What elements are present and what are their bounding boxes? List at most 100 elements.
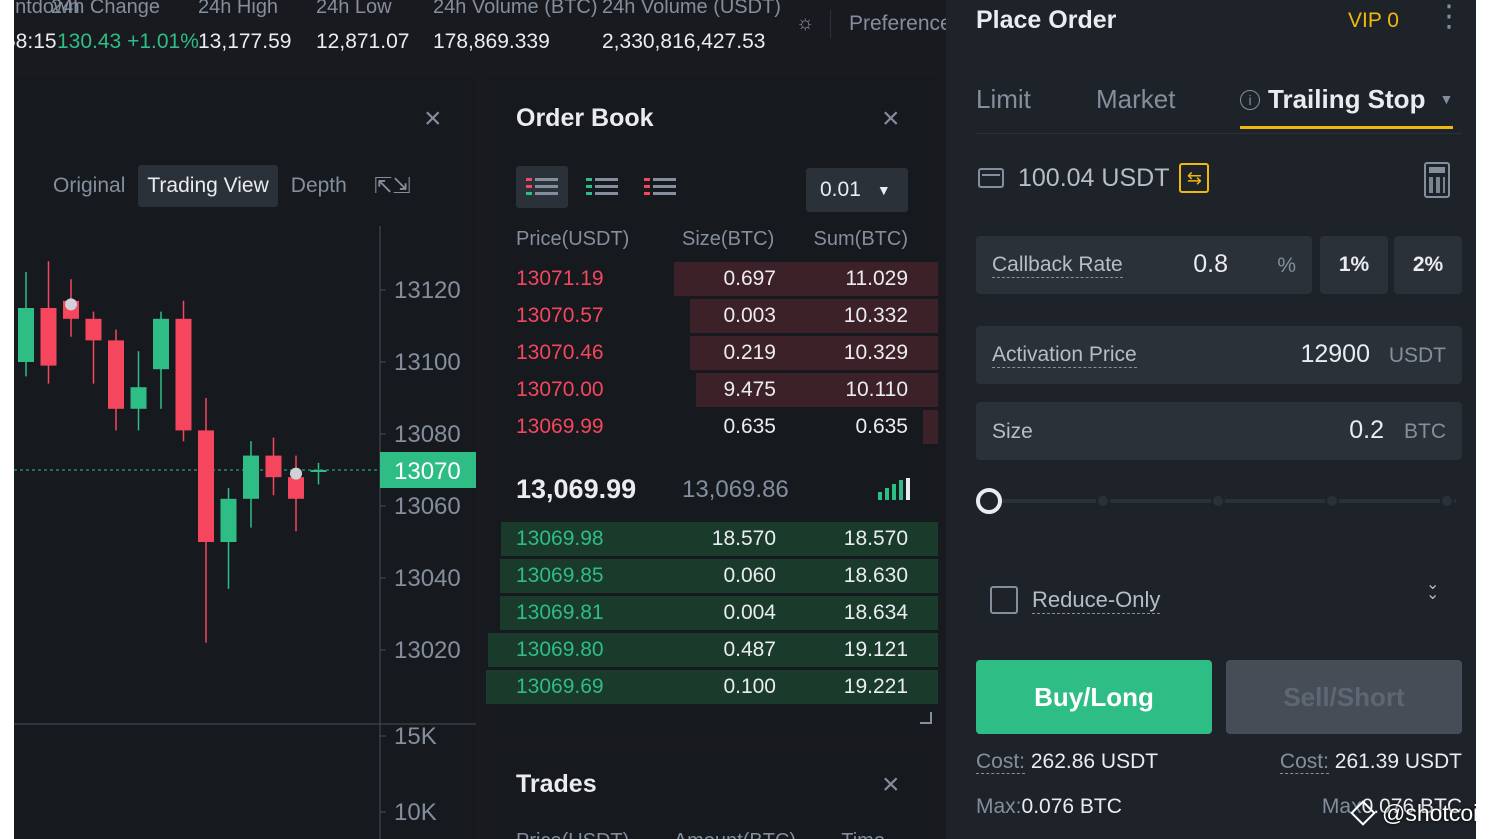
row-sum: 10.332 (843, 304, 908, 327)
row-size: 0.100 (723, 675, 776, 698)
row-price: 13069.81 (516, 601, 604, 624)
buy-long-button[interactable]: Buy/Long (976, 660, 1212, 734)
row-sum: 19.121 (843, 638, 908, 661)
callback-rate-field[interactable]: Callback Rate 0.8 % (976, 236, 1312, 294)
book-asks-icon (644, 178, 676, 195)
order-book-panel: Order Book × 0.01 ▼ Price(USDT) Size(BTC… (486, 76, 938, 736)
row-size: 0.003 (723, 304, 776, 327)
price-tick-label: 13020 (394, 637, 461, 664)
tab-limit[interactable]: Limit (976, 84, 1031, 115)
price-tick-label: 13080 (394, 421, 461, 448)
row-size: 0.635 (723, 415, 776, 438)
tab-market[interactable]: Market (1096, 84, 1175, 115)
bid-row[interactable]: 13069.85 0.060 18.630 (486, 559, 938, 593)
info-icon[interactable]: i (1240, 90, 1260, 110)
calculator-icon[interactable] (1424, 162, 1450, 198)
order-book-header: Price(USDT) Size(BTC) Sum(BTC) (486, 228, 938, 256)
trades-panel: Trades × Price(USDT) Amount(BTC) Time (486, 742, 938, 839)
reduce-only-label[interactable]: Reduce-Only (1032, 587, 1161, 614)
callback-preset-2-button[interactable]: 2% (1394, 236, 1462, 294)
activation-price-unit: USDT (1388, 344, 1446, 367)
ticker-bar: untdown 58:15 24h Change 130.43 +1.01% 2… (14, 0, 952, 68)
slider-mark-25[interactable] (1096, 494, 1110, 508)
tab-trailing-stop[interactable]: i Trailing Stop ▼ (1240, 84, 1454, 129)
signal-bars-icon (878, 478, 910, 500)
double-chevron-down-icon[interactable]: ⌄ ⌄ (1426, 577, 1439, 603)
trades-header: Price(USDT) Amount(BTC) Time (516, 830, 925, 839)
bid-row[interactable]: 13069.98 18.570 18.570 (486, 522, 938, 556)
price-tick-label: 13060 (394, 493, 461, 520)
ask-row[interactable]: 13069.99 0.635 0.635 (486, 410, 938, 444)
row-sum: 18.634 (843, 601, 908, 624)
order-book-title: Order Book (516, 104, 654, 132)
slider-handle[interactable] (976, 488, 1002, 514)
ask-row[interactable]: 13070.46 0.219 10.329 (486, 336, 938, 370)
reduce-only-option[interactable]: Reduce-Only (990, 586, 1161, 614)
candlestick-chart[interactable]: 13120 13100 13080 13060 13040 13020 15K 10K 1307… (14, 76, 476, 839)
size-slider[interactable] (976, 488, 1462, 514)
row-price: 13070.57 (516, 304, 604, 327)
size-label: Size (992, 420, 1033, 443)
book-bids-icon (586, 178, 618, 195)
volume-usdt-value: 2,330,816,427.53 (602, 30, 766, 53)
activation-price-field[interactable]: Activation Price 12900 USDT (976, 326, 1462, 384)
more-menu-icon[interactable]: ⋮ (1434, 2, 1464, 32)
resize-handle[interactable] (920, 712, 932, 724)
row-size: 9.475 (723, 378, 776, 401)
row-price: 13069.69 (516, 675, 604, 698)
row-sum: 18.570 (843, 527, 908, 550)
transfer-icon[interactable]: ⇆ (1179, 163, 1210, 193)
sell-short-button[interactable]: Sell/Short (1226, 660, 1462, 734)
col-sum: Sum(BTC) (813, 228, 908, 250)
chart-panel: × Original Trading View Depth ⇱⇲ 13120 13… (14, 76, 476, 839)
row-size: 0.219 (723, 341, 776, 364)
volume-tick-label: 15K (394, 723, 437, 750)
preferences-link[interactable]: Preference (849, 12, 952, 36)
row-price: 13069.80 (516, 638, 604, 661)
view-bids-button[interactable] (576, 166, 628, 208)
trading-screen: untdown 58:15 24h Change 130.43 +1.01% 2… (14, 0, 1476, 839)
size-input[interactable]: 0.2 (1349, 416, 1384, 445)
bid-row[interactable]: 13069.69 0.100 19.221 (486, 670, 938, 704)
watermark: @shotcoin (1350, 800, 1476, 827)
caret-down-icon[interactable]: ▼ (1439, 91, 1453, 107)
close-icon[interactable]: × (882, 104, 900, 134)
slider-mark-75[interactable] (1325, 494, 1339, 508)
callback-preset-1-button[interactable]: 1% (1320, 236, 1388, 294)
tab-trailing-stop-label: Trailing Stop (1268, 84, 1426, 114)
slider-mark-100[interactable] (1440, 494, 1454, 508)
ask-row[interactable]: 13070.00 9.475 10.110 (486, 373, 938, 407)
view-both-button[interactable] (516, 166, 568, 208)
low-label: 24h Low (316, 0, 392, 18)
candle-down (85, 318, 102, 341)
gear-icon[interactable]: ☼ (796, 12, 814, 35)
trades-col-amount: Amount(BTC) (674, 830, 796, 839)
tick-size-value: 0.01 (820, 178, 861, 201)
row-sum: 10.110 (845, 378, 908, 401)
trades-title: Trades (516, 770, 597, 798)
slider-mark-50[interactable] (1211, 494, 1225, 508)
bid-row[interactable]: 13069.80 0.487 19.121 (486, 633, 938, 667)
binance-logo-icon (1350, 800, 1376, 826)
candle-up (153, 318, 169, 370)
size-field[interactable]: Size 0.2 BTC (976, 402, 1462, 460)
vip-badge[interactable]: VIP 0 (1348, 9, 1399, 33)
bid-row[interactable]: 13069.81 0.004 18.634 (486, 596, 938, 630)
view-asks-button[interactable] (634, 166, 686, 208)
ask-row[interactable]: 13071.19 0.697 11.029 (486, 262, 938, 296)
place-order-panel: Place Order VIP 0 ⋮ Limit Market i Traili… (946, 0, 1476, 839)
row-price: 13069.98 (516, 527, 604, 550)
book-both-icon (526, 178, 558, 195)
row-size: 0.487 (723, 638, 776, 661)
activation-price-input[interactable]: 12900 (1300, 340, 1370, 369)
depth-bar (923, 410, 938, 444)
row-price: 13070.00 (516, 378, 604, 401)
buy-max: Max:0.076 BTC (976, 795, 1122, 819)
callback-rate-input[interactable]: 0.8 (1193, 250, 1228, 279)
place-order-title: Place Order (976, 6, 1117, 34)
high-value: 13,177.59 (198, 30, 292, 53)
close-icon[interactable]: × (882, 770, 900, 800)
reduce-only-checkbox[interactable] (990, 586, 1018, 614)
ask-row[interactable]: 13070.57 0.003 10.332 (486, 299, 938, 333)
tick-size-select[interactable]: 0.01 ▼ (806, 168, 908, 212)
